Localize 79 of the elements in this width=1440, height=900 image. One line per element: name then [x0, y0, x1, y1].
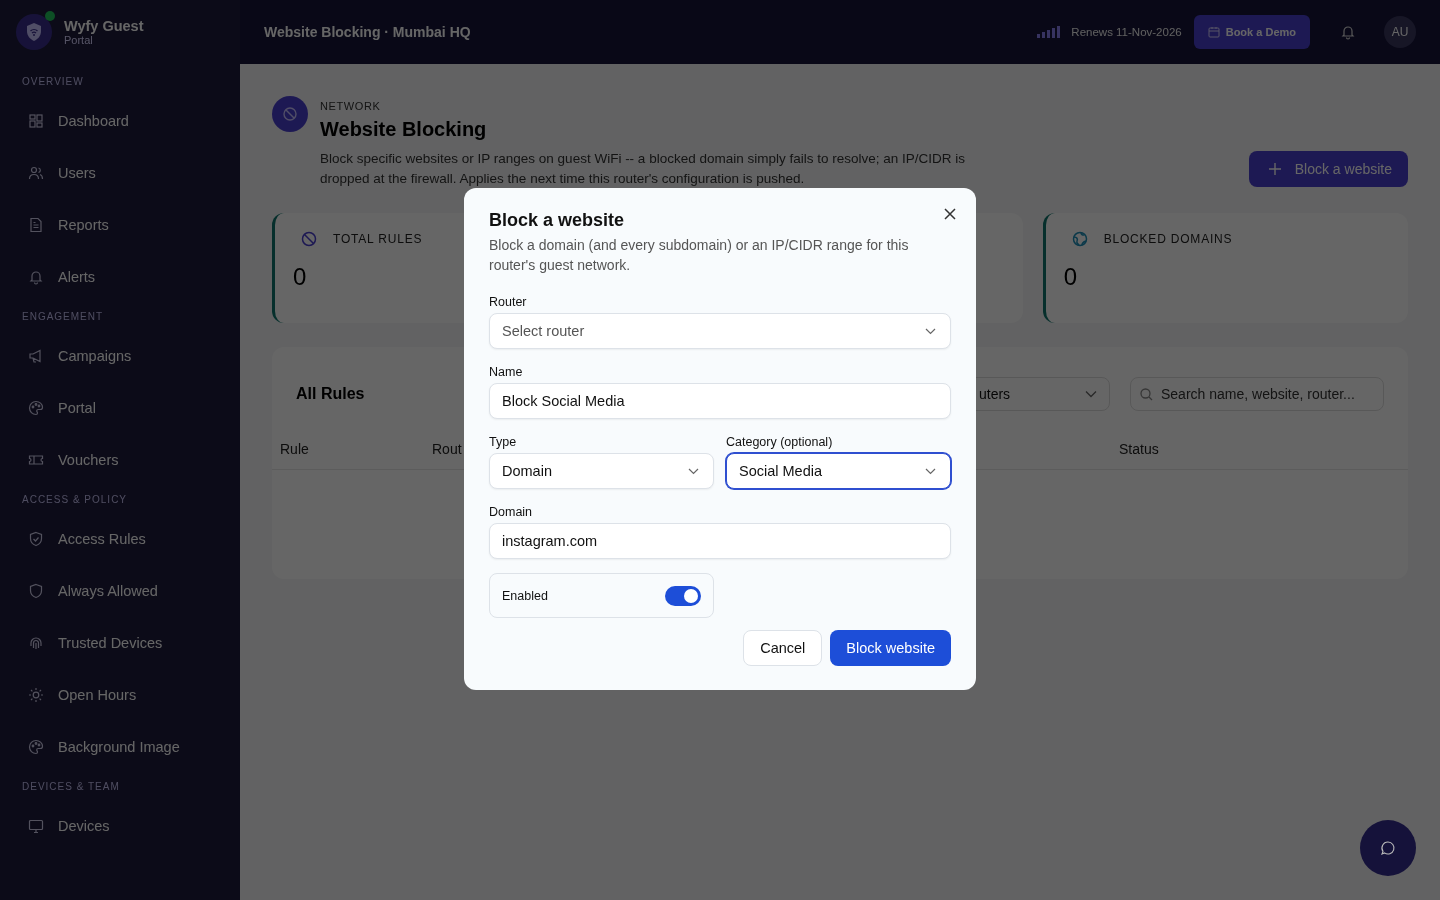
column-header: Rule: [280, 441, 309, 457]
sidebar-item[interactable]: Reports: [0, 199, 240, 251]
shield-wifi-logo-icon: [16, 14, 52, 50]
grid-icon: [28, 113, 44, 129]
renewal-date: Renews 11-Nov-2026: [1071, 26, 1182, 38]
monitor-icon: [28, 818, 44, 834]
users-icon: [28, 165, 44, 181]
chat-bubble-icon: [1380, 840, 1396, 856]
shield-icon: [28, 583, 44, 599]
field-label: Category (optional): [726, 435, 833, 449]
sidebar-item[interactable]: Always Allowed: [0, 565, 240, 617]
cancel-button[interactable]: Cancel: [743, 630, 823, 666]
column-header: Status: [1119, 441, 1159, 457]
sidebar-section-title: ACCESS & POLICY: [22, 494, 128, 505]
chat-button[interactable]: [1360, 820, 1416, 876]
select-field[interactable]: Social Media: [726, 453, 951, 489]
stat-label: BLOCKED DOMAINS: [1103, 232, 1233, 246]
input-field[interactable]: Block Social Media: [489, 383, 951, 419]
submit-button[interactable]: Block website: [830, 630, 951, 666]
sidebar-item[interactable]: Campaigns: [0, 330, 240, 382]
chevron-down-icon: [1085, 390, 1097, 398]
dialog-title: Block a website: [489, 210, 626, 231]
sidebar-item[interactable]: Portal: [0, 382, 240, 434]
palette-icon: [28, 739, 44, 755]
sidebar-item[interactable]: Users: [0, 147, 240, 199]
plus-icon: [1268, 163, 1281, 175]
field-label: Type: [489, 435, 517, 449]
stat-value: 0: [293, 263, 307, 290]
sidebar-item[interactable]: Vouchers: [0, 434, 240, 486]
sun-icon: [28, 687, 44, 703]
field-label: Router: [489, 295, 527, 309]
field-label: Name: [489, 365, 523, 379]
megaphone-icon: [28, 348, 44, 364]
user-avatar[interactable]: AU: [1384, 16, 1416, 48]
dialog-description: Block a domain (and every subdomain) or an IP/CIDR range for this router's guest network.: [489, 236, 910, 275]
input-field[interactable]: instagram.com: [489, 523, 951, 559]
sidebar-section-title: OVERVIEW: [22, 76, 84, 87]
page-title: Website Blocking: [320, 118, 488, 141]
rules-title: All Rules: [296, 385, 365, 403]
select-field[interactable]: Select router: [489, 313, 951, 349]
chevron-down-icon: [925, 327, 936, 335]
sidebar-section-title: ENGAGEMENT: [22, 311, 104, 322]
sidebar-item[interactable]: Alerts: [0, 251, 240, 303]
doc-icon: [28, 217, 44, 233]
sidebar-item[interactable]: Devices: [0, 800, 240, 852]
brand-name: Wyfy Guest: [64, 18, 144, 34]
bell-icon: [28, 269, 44, 285]
brand-subtitle: Portal: [64, 34, 93, 46]
column-header: Rout: [432, 441, 462, 457]
sidebar-item[interactable]: Access Rules: [0, 513, 240, 565]
chevron-down-icon: [925, 467, 936, 475]
blocked-circle-icon: [301, 231, 317, 247]
page-description: Block specific websites or IP ranges on guest WiFi -- a blocked domain simply fails to resolve; an IP/CIDR is dropped at the firewall. Applies the next time this router's configuration is pushed.: [320, 150, 966, 188]
section-eyebrow: NETWORK: [320, 100, 381, 112]
select-field[interactable]: Domain: [489, 453, 714, 489]
globe-icon: [1071, 231, 1088, 247]
block-website-button[interactable]: Block a website: [1248, 151, 1408, 187]
toggle-switch[interactable]: [665, 585, 701, 606]
ticket-icon: [28, 452, 44, 468]
close-icon[interactable]: [943, 207, 957, 221]
blocked-circle-icon: [272, 96, 308, 132]
chevron-down-icon: [688, 467, 699, 475]
toggle-label: Enabled: [502, 588, 548, 603]
fingerprint-icon: [28, 635, 44, 651]
palette-icon: [28, 400, 44, 416]
sidebar-item[interactable]: Open Hours: [0, 669, 240, 721]
book-demo-button[interactable]: Book a Demo: [1193, 15, 1310, 49]
search-field[interactable]: Search name, website, router...: [1130, 377, 1384, 411]
stat-label: TOTAL RULES: [333, 232, 423, 246]
sidebar-item[interactable]: Background Image: [0, 721, 240, 773]
sidebar-item[interactable]: Dashboard: [0, 95, 240, 147]
shield-check-icon: [28, 531, 44, 547]
sidebar-item[interactable]: Trusted Devices: [0, 617, 240, 669]
signal-bars-icon: [1037, 26, 1062, 38]
sidebar-section-title: DEVICES & TEAM: [22, 781, 120, 792]
field-label: Domain: [489, 505, 533, 519]
page-breadcrumb: Website Blocking · Mumbai HQ: [264, 24, 471, 40]
calendar-icon: [1207, 26, 1220, 38]
stat-value: 0: [1063, 263, 1077, 290]
